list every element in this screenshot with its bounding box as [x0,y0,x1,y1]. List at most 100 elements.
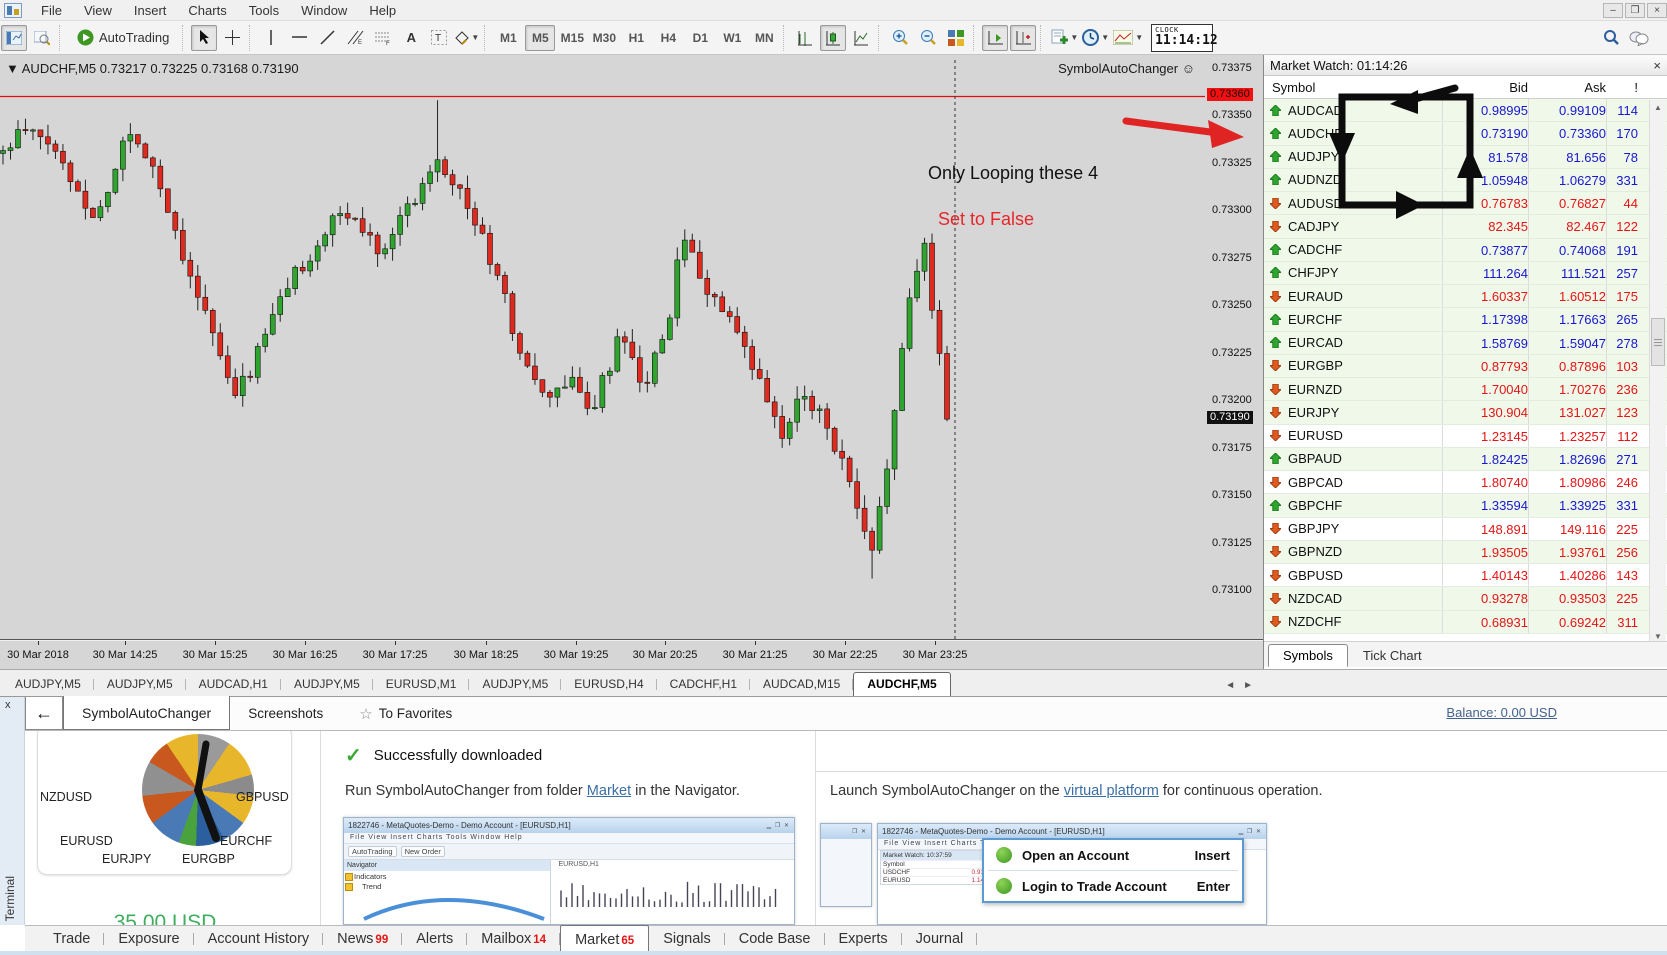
menu-view[interactable]: View [73,1,123,20]
menu-insert[interactable]: Insert [123,1,178,20]
minimize-button[interactable]: – [1603,2,1623,18]
chart-tab-audcad-m15[interactable]: AUDCAD,M15 [750,673,854,696]
column-bid[interactable]: Bid [1442,80,1528,95]
menu-charts[interactable]: Charts [177,1,237,20]
terminal-tab-alerts[interactable]: Alerts [402,928,468,950]
line-chart-mode-icon[interactable] [848,25,874,51]
market-watch-row-eurusd[interactable]: EURUSD 1.23145 1.23257 112 [1264,424,1667,448]
chat-icon[interactable] [1626,25,1652,51]
market-watch-row-gbpusd[interactable]: GBPUSD 1.40143 1.40286 143 [1264,564,1667,588]
restore-button[interactable]: ❐ [1625,2,1645,18]
tab-symbolautochanger[interactable]: SymbolAutoChanger [63,696,231,730]
scrollbar-thumb[interactable] [1651,318,1665,366]
chart-tab-audchf-m5[interactable]: AUDCHF,M5 [853,672,951,696]
mw-tab-tick-chart[interactable]: Tick Chart [1348,644,1437,667]
chart-window-icon[interactable] [1,24,27,51]
back-button[interactable]: ← [25,697,63,730]
market-watch-row-nzdchf[interactable]: NZDCHF 0.68931 0.69242 311 [1264,610,1667,634]
vertical-line-tool-icon[interactable] [258,25,284,51]
arrows-tool-icon[interactable]: ▼ [454,25,480,51]
mw-tab-symbols[interactable]: Symbols [1268,644,1348,667]
zoom-in-icon[interactable] [887,25,913,51]
market-watch-row-audusd[interactable]: AUDUSD 0.76783 0.76827 44 [1264,192,1667,216]
market-watch-row-gbpaud[interactable]: GBPAUD 1.82425 1.82696 271 [1264,447,1667,471]
balance-link[interactable]: Balance: 0.00 USD [1446,705,1557,720]
market-watch-row-eurcad[interactable]: EURCAD 1.58769 1.59047 278 [1264,331,1667,355]
tabs-scroll-right-icon[interactable]: ► [1243,680,1253,691]
timeframe-m30[interactable]: M30 [589,25,619,51]
menu-tools[interactable]: Tools [238,1,290,20]
close-button[interactable]: × [1647,2,1667,18]
market-watch-scrollbar[interactable]: ▲ ▼ [1649,100,1666,645]
market-watch-row-chfjpy[interactable]: CHFJPY 111.264 111.521 257 [1264,261,1667,285]
market-watch-row-gbpcad[interactable]: GBPCAD 1.80740 1.80986 246 [1264,471,1667,495]
column-spread[interactable]: ! [1606,80,1644,95]
menu-help[interactable]: Help [358,1,407,20]
terminal-tab-mailbox[interactable]: Mailbox 14 [467,928,560,950]
market-watch-row-nzdcad[interactable]: NZDCAD 0.93278 0.93503 225 [1264,587,1667,611]
market-watch-row-gbpnzd[interactable]: GBPNZD 1.93505 1.93761 256 [1264,540,1667,564]
autotrading-button[interactable]: AutoTrading [68,25,178,51]
timeframe-mn[interactable]: MN [749,25,779,51]
timeframe-h4[interactable]: H4 [653,25,683,51]
market-watch-row-audnzd[interactable]: AUDNZD 1.05948 1.06279 331 [1264,168,1667,192]
menu-file[interactable]: File [30,1,73,20]
period-clock-icon[interactable]: ▼ [1081,25,1110,51]
cursor-tool-icon[interactable] [191,24,218,51]
new-order-icon[interactable]: ▼ [1049,25,1079,51]
trendline-tool-icon[interactable] [314,25,340,51]
terminal-tab-news[interactable]: News 99 [323,928,403,950]
market-watch-row-audcad[interactable]: AUDCAD 0.98995 0.99109 114 [1264,99,1667,123]
market-watch-row-gbpchf[interactable]: GBPCHF 1.33594 1.33925 331 [1264,494,1667,518]
text-tool-icon[interactable]: A [398,25,424,51]
terminal-tab-experts[interactable]: Experts [825,928,902,950]
tab-to-favorites[interactable]: ☆ To Favorites [341,697,470,730]
virtual-platform-link[interactable]: virtual platform [1064,783,1159,799]
indicators-icon[interactable]: ▼ [1112,25,1144,51]
market-watch-row-audjpy[interactable]: AUDJPY 81.578 81.656 78 [1264,145,1667,169]
terminal-tab-exposure[interactable]: Exposure [104,928,194,950]
zoom-out-icon[interactable] [915,25,941,51]
menu-item-open-account[interactable]: Open an Account Insert [984,840,1242,870]
candlestick-mode-icon[interactable] [820,24,847,51]
fibonacci-tool-icon[interactable]: F [370,25,396,51]
tile-windows-icon[interactable] [943,25,969,51]
chart-tab-cadchf-h1[interactable]: CADCHF,H1 [657,673,751,696]
timeframe-m5[interactable]: M5 [525,24,556,51]
terminal-tab-journal[interactable]: Journal [902,928,978,950]
text-label-tool-icon[interactable]: T [426,25,452,51]
menu-item-login-trade-account[interactable]: Login to Trade Account Enter [984,871,1242,901]
market-watch-close-icon[interactable]: × [1653,58,1661,73]
auto-scroll-icon[interactable] [982,24,1009,51]
timeframe-d1[interactable]: D1 [685,25,715,51]
chart-tab-eurusd-h4[interactable]: EURUSD,H4 [561,673,658,696]
chart-tab-audjpy-m5[interactable]: AUDJPY,M5 [2,673,94,696]
price-chart[interactable]: ▼ AUDCHF,M5 0.73217 0.73225 0.73168 0.73… [0,55,1205,640]
timeframe-h1[interactable]: H1 [621,25,651,51]
horizontal-line-tool-icon[interactable] [286,25,312,51]
market-watch-header[interactable]: Symbol Bid Ask ! [1264,76,1667,99]
terminal-tab-code-base[interactable]: Code Base [725,928,825,950]
terminal-tab-account-history[interactable]: Account History [194,928,324,950]
terminal-tab-signals[interactable]: Signals [649,928,725,950]
market-watch-row-audchf[interactable]: AUDCHF 0.73190 0.73360 170 [1264,122,1667,146]
market-watch-row-eurjpy[interactable]: EURJPY 130.904 131.027 123 [1264,401,1667,425]
timeframe-m15[interactable]: M15 [557,25,587,51]
scroll-up-icon[interactable]: ▲ [1650,100,1666,116]
chart-tab-audjpy-m5[interactable]: AUDJPY,M5 [469,673,562,696]
chart-tab-audcad-h1[interactable]: AUDCAD,H1 [186,673,282,696]
market-watch-row-euraud[interactable]: EURAUD 1.60337 1.60512 175 [1264,285,1667,309]
timeframe-m1[interactable]: M1 [493,25,523,51]
column-symbol[interactable]: Symbol [1264,80,1442,95]
chart-tab-eurusd-m1[interactable]: EURUSD,M1 [373,673,470,696]
terminal-tab-trade[interactable]: Trade [39,928,105,950]
crosshair-tool-icon[interactable] [219,25,245,51]
profiles-icon[interactable] [29,25,55,51]
market-folder-link[interactable]: Market [587,783,631,799]
column-ask[interactable]: Ask [1528,80,1606,95]
terminal-tab-market[interactable]: Market 65 [560,924,650,951]
market-watch-row-cadchf[interactable]: CADCHF 0.73877 0.74068 191 [1264,238,1667,262]
market-watch-row-eurgbp[interactable]: EURGBP 0.87793 0.87896 103 [1264,354,1667,378]
chart-shift-icon[interactable] [1010,24,1037,51]
product-card[interactable]: NZDUSD GBPUSD EURUSD EURCHF EURJPY EURGB… [37,731,292,875]
